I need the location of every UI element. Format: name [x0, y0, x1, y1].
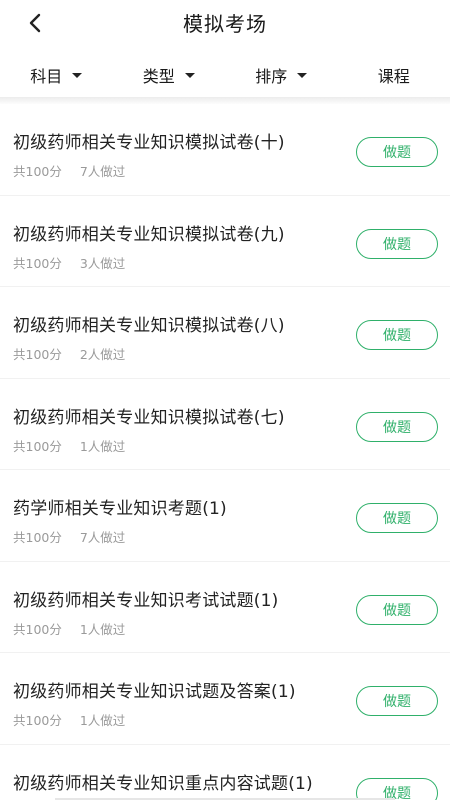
- do-exam-button[interactable]: 做题: [356, 228, 438, 259]
- caret-down-icon: [297, 73, 308, 78]
- exam-meta: 共100分 3人做过: [13, 253, 125, 272]
- caret-down-icon: [184, 73, 195, 78]
- do-exam-button[interactable]: 做题: [356, 503, 438, 533]
- exam-title: 初级药师相关专业知识模拟试卷(七): [13, 407, 285, 428]
- do-exam-button[interactable]: 做题: [356, 777, 438, 800]
- exam-list: 初级药师相关专业知识模拟试卷(十) 共100分 7人做过 做题 初级药师相关专业…: [0, 104, 450, 800]
- filter-sort-label: 排序: [255, 67, 288, 86]
- exam-meta: 共100分 1人做过: [13, 619, 125, 638]
- filter-type-label: 类型: [142, 67, 175, 86]
- exam-attempts: 3人做过: [79, 255, 126, 271]
- caret-down-icon: [72, 73, 83, 78]
- exam-meta: 共100分 1人做过: [13, 710, 125, 729]
- app-screen: 模拟考场 科目 类型 排序 课程 初级药师相关专业知识模拟试卷(十) 共100分…: [0, 0, 450, 800]
- exam-list-item[interactable]: 初级药师相关专业知识考试试题(1) 共100分 1人做过 做题: [0, 561, 450, 653]
- filter-type[interactable]: 类型: [113, 55, 226, 95]
- exam-title: 初级药师相关专业知识试题及答案(1): [13, 682, 296, 702]
- exam-score: 共100分: [13, 255, 62, 271]
- exam-list-item[interactable]: 初级药师相关专业知识模拟试卷(八) 共100分 2人做过 做题: [0, 287, 450, 379]
- exam-list-item[interactable]: 初级药师相关专业知识重点内容试题(1) 做题: [0, 744, 450, 800]
- exam-title: 药学师相关专业知识考题(1): [13, 499, 227, 519]
- filter-subject[interactable]: 科目: [0, 55, 113, 95]
- exam-meta: 共100分 2人做过: [13, 344, 125, 363]
- exam-title: 初级药师相关专业知识模拟试卷(九): [13, 224, 285, 245]
- exam-score: 共100分: [13, 530, 62, 545]
- exam-list-item[interactable]: 初级药师相关专业知识模拟试卷(九) 共100分 3人做过 做题: [0, 195, 450, 287]
- exam-score: 共100分: [13, 438, 62, 454]
- filter-sort[interactable]: 排序: [225, 55, 338, 95]
- filter-bar: 科目 类型 排序 课程: [0, 55, 450, 95]
- exam-list-item[interactable]: 初级药师相关专业知识模拟试卷(七) 共100分 1人做过 做题: [0, 378, 450, 470]
- exam-score: 共100分: [13, 713, 62, 728]
- exam-meta: 共100分 7人做过: [13, 527, 125, 546]
- exam-attempts: 1人做过: [79, 621, 126, 637]
- filter-course[interactable]: 课程: [338, 55, 450, 95]
- exam-attempts: 2人做过: [79, 347, 126, 362]
- exam-meta: 共100分 7人做过: [13, 161, 125, 180]
- exam-list-item[interactable]: 初级药师相关专业知识模拟试卷(十) 共100分 7人做过 做题: [0, 104, 450, 196]
- exam-title: 初级药师相关专业知识考试试题(1): [13, 590, 279, 611]
- exam-meta: 共100分 1人做过: [13, 436, 125, 455]
- exam-score: 共100分: [13, 164, 62, 179]
- filter-course-label: 课程: [377, 67, 410, 86]
- do-exam-button[interactable]: 做题: [356, 594, 438, 625]
- exam-list-item[interactable]: 药学师相关专业知识考题(1) 共100分 7人做过 做题: [0, 470, 450, 562]
- exam-title: 初级药师相关专业知识模拟试卷(八): [13, 316, 285, 336]
- exam-score: 共100分: [13, 347, 62, 362]
- filter-subject-label: 科目: [30, 67, 63, 86]
- header: 模拟考场: [0, 0, 450, 46]
- exam-title: 初级药师相关专业知识模拟试卷(十): [13, 133, 285, 153]
- exam-attempts: 7人做过: [79, 164, 126, 179]
- exam-score: 共100分: [13, 621, 62, 637]
- exam-title: 初级药师相关专业知识重点内容试题(1): [13, 773, 313, 794]
- exam-attempts: 1人做过: [79, 713, 126, 728]
- exam-attempts: 7人做过: [79, 530, 126, 545]
- page-title: 模拟考场: [183, 12, 267, 36]
- exam-list-item[interactable]: 初级药师相关专业知识试题及答案(1) 共100分 1人做过 做题: [0, 653, 450, 745]
- do-exam-button[interactable]: 做题: [356, 686, 438, 716]
- do-exam-button[interactable]: 做题: [356, 411, 438, 442]
- do-exam-button[interactable]: 做题: [356, 137, 438, 167]
- do-exam-button[interactable]: 做题: [356, 320, 438, 350]
- exam-attempts: 1人做过: [79, 438, 126, 454]
